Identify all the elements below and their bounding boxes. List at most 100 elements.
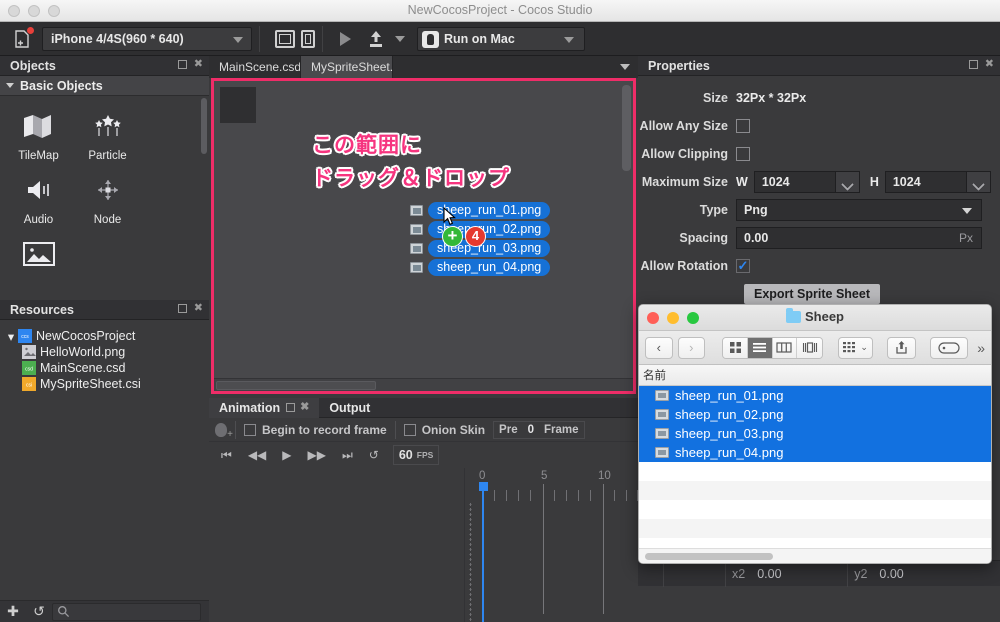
canvas-vertical-scrollbar[interactable]: [622, 85, 631, 171]
finder-column-header[interactable]: 名前: [639, 365, 991, 386]
object-item-image[interactable]: [4, 232, 73, 278]
tab-mainscene[interactable]: MainScene.csd ✖: [209, 56, 301, 78]
spacing-input[interactable]: 0.00 Px: [736, 227, 982, 249]
pre-frame-field[interactable]: Pre 0 Frame: [493, 420, 585, 439]
export-sprite-sheet-button[interactable]: Export Sprite Sheet: [744, 284, 880, 304]
type-select[interactable]: Png: [736, 199, 982, 221]
rewind-icon[interactable]: ◀◀: [248, 448, 266, 462]
finder-view-switcher[interactable]: [722, 336, 823, 359]
refresh-icon[interactable]: ↺: [26, 603, 52, 620]
object-item-node[interactable]: Node: [73, 168, 142, 226]
record-frame-icon[interactable]: [215, 422, 233, 440]
resolution-select[interactable]: iPhone 4/4S(960 * 640): [42, 26, 252, 51]
onion-skin-checkbox[interactable]: [403, 423, 416, 436]
y2-value[interactable]: 0.00: [873, 567, 969, 581]
onion-skin-label: Onion Skin: [421, 422, 486, 437]
objects-group-label: Basic Objects: [20, 78, 103, 93]
objects-panel-float-button[interactable]: [177, 60, 187, 69]
objects-group-basic[interactable]: Basic Objects: [0, 76, 209, 96]
tab-animation[interactable]: Animation ✖: [209, 397, 320, 418]
animation-timeline[interactable]: 0 5 10: [464, 468, 638, 622]
drag-ghost-list: sheep_run_01.png sheep_run_02.png sheep_…: [410, 201, 551, 277]
landscape-orientation-icon[interactable]: [275, 29, 295, 48]
tag-icon[interactable]: [929, 336, 969, 359]
play-icon[interactable]: ▶: [282, 448, 291, 462]
finder-horizontal-scrollbar-track[interactable]: [639, 548, 991, 563]
timeline-playhead: [482, 482, 484, 622]
begin-record-checkbox[interactable]: [244, 423, 256, 436]
resolution-value: iPhone 4/4S(960 * 640): [51, 31, 184, 46]
gallery-view-icon[interactable]: [797, 337, 822, 358]
max-width-stepper[interactable]: [835, 171, 860, 193]
png-file-icon: [655, 428, 669, 439]
skip-to-start-icon[interactable]: ⏮: [221, 448, 232, 463]
chevron-right-icon[interactable]: ›: [677, 336, 706, 359]
list-view-icon[interactable]: [748, 337, 773, 358]
objects-scrollbar[interactable]: [201, 98, 207, 154]
canvas-horizontal-scrollbar[interactable]: [216, 381, 376, 390]
fps-field[interactable]: 60 FPS: [392, 445, 440, 465]
spritesheet-canvas-dropzone[interactable]: この範囲に ドラッグ＆ドロップ sheep_run_01.png sheep_r…: [211, 78, 636, 394]
skip-to-end-icon[interactable]: ⏭: [342, 448, 353, 463]
finder-empty-row: [639, 500, 991, 519]
finder-row[interactable]: sheep_run_01.png: [639, 386, 991, 405]
finder-row[interactable]: sheep_run_04.png: [639, 443, 991, 462]
resources-panel-float-button[interactable]: [177, 304, 187, 313]
object-item-particle[interactable]: Particle: [73, 104, 142, 162]
allow-clipping-checkbox[interactable]: [736, 147, 750, 161]
icon-view-icon[interactable]: [723, 337, 748, 358]
object-item-audio[interactable]: Audio: [4, 168, 73, 226]
canvas-horizontal-scrollbar-track[interactable]: [214, 378, 633, 391]
svg-text:csd: csd: [25, 367, 33, 373]
resources-panel-close-icon[interactable]: ✖: [194, 303, 203, 314]
finder-row[interactable]: sheep_run_02.png: [639, 405, 991, 424]
tab-myspritesheet[interactable]: MySpriteSheet.csi ✖: [301, 56, 393, 78]
tab-output[interactable]: Output: [319, 398, 380, 418]
chevron-left-icon[interactable]: ‹: [645, 336, 673, 359]
timeline-label: 5: [541, 470, 548, 482]
new-document-icon[interactable]: [8, 26, 38, 51]
properties-panel-float-button[interactable]: [968, 60, 978, 69]
animation-panel-close-icon[interactable]: ✖: [300, 402, 309, 413]
search-input[interactable]: [52, 602, 201, 621]
finder-file-list[interactable]: sheep_run_01.png sheep_run_02.png sheep_…: [639, 386, 991, 563]
max-height-stepper[interactable]: [966, 171, 991, 193]
svg-text:ccs: ccs: [21, 334, 29, 340]
timeline-ruler[interactable]: 0 5 10: [465, 468, 638, 622]
play-icon[interactable]: [340, 31, 351, 46]
publish-icon[interactable]: [367, 29, 385, 49]
share-icon[interactable]: [886, 336, 917, 359]
chevron-down-icon[interactable]: ▾: [4, 329, 18, 344]
tree-item-myspritesheet[interactable]: csi MySpriteSheet.csi: [0, 376, 209, 392]
plus-icon[interactable]: ✚: [0, 603, 26, 620]
x2-value[interactable]: 0.00: [751, 567, 847, 581]
tilemap-icon: [4, 104, 73, 148]
chevron-double-right-icon[interactable]: »: [977, 340, 985, 356]
run-target-select[interactable]: Run on Mac: [417, 26, 585, 51]
objects-panel-close-icon[interactable]: ✖: [194, 59, 203, 70]
object-item-tilemap[interactable]: TileMap: [4, 104, 73, 162]
loop-icon[interactable]: ↺: [369, 448, 379, 462]
apple-mac-icon: [422, 30, 439, 48]
finder-row[interactable]: sheep_run_03.png: [639, 424, 991, 443]
finder-horizontal-scrollbar[interactable]: [645, 553, 773, 560]
editor-tab-bar: MainScene.csd ✖ MySpriteSheet.csi ✖: [209, 56, 638, 78]
portrait-orientation-icon[interactable]: [301, 29, 315, 48]
column-view-icon[interactable]: [772, 337, 798, 358]
max-height-input[interactable]: 1024: [884, 171, 967, 193]
finder-window[interactable]: Sheep ‹ › ⌄ » 名前 sheep_run_01.png sheep_…: [638, 304, 992, 564]
allow-rotation-checkbox[interactable]: [736, 259, 750, 273]
tab-overflow-chevron-down-icon[interactable]: [620, 64, 630, 70]
tree-item-mainscene[interactable]: csd MainScene.csd: [0, 360, 209, 376]
properties-panel-close-icon[interactable]: ✖: [985, 59, 994, 70]
fast-forward-icon[interactable]: ▶▶: [308, 448, 326, 462]
tree-item-helloworld[interactable]: HelloWorld.png: [0, 344, 209, 360]
allow-any-size-checkbox[interactable]: [736, 119, 750, 133]
tree-item-project[interactable]: ▾ ccs NewCocosProject: [0, 328, 209, 344]
animation-panel-float-button[interactable]: [286, 403, 296, 412]
spritesheet-canvas[interactable]: この範囲に ドラッグ＆ドロップ sheep_run_01.png sheep_r…: [214, 81, 633, 391]
publish-chevron-down-icon[interactable]: [395, 35, 405, 42]
max-width-input[interactable]: 1024: [753, 171, 836, 193]
left-sidebar: Objects ✖ Basic Objects TileMap Particle…: [0, 56, 209, 622]
arrange-icon[interactable]: ⌄: [838, 336, 874, 359]
